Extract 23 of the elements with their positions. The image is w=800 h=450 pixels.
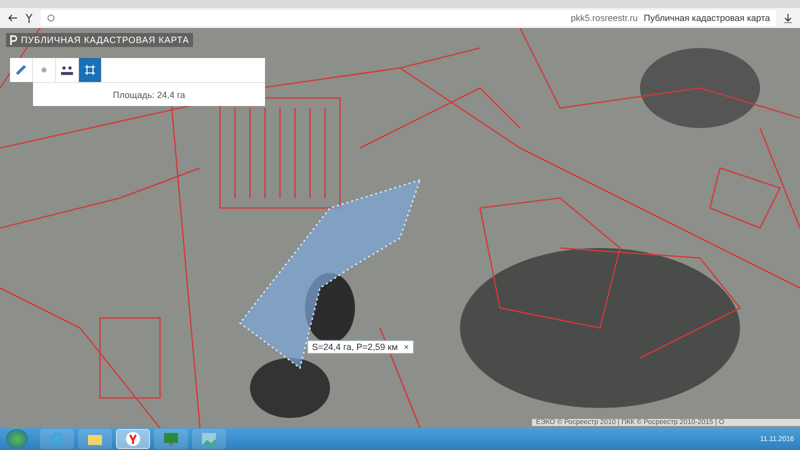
y-logo-icon[interactable]: [25, 13, 33, 23]
download-icon[interactable]: [784, 14, 792, 22]
map-title: ПУБЛИЧНАЯ КАДАСТРОВАЯ КАРТА: [21, 35, 190, 45]
close-button[interactable]: ×: [404, 342, 410, 352]
measurement-text: S=24,4 га, P=2,59 км: [312, 342, 398, 352]
folder-icon: [88, 433, 102, 445]
monitor-icon: [164, 432, 178, 446]
area-result-text: Площадь: 24,4 га: [33, 82, 265, 106]
dot-icon: [41, 67, 47, 73]
taskbar-app-button[interactable]: [78, 429, 112, 449]
logo-icon: [10, 35, 17, 45]
map-tool-button[interactable]: [79, 58, 102, 82]
y-logo-icon: [126, 432, 140, 446]
browser-e-icon: [50, 432, 64, 446]
start-button[interactable]: [6, 429, 28, 449]
address-field[interactable]: pkk5.rosreestr.ru Публичная кадастровая карта: [41, 10, 776, 26]
back-icon[interactable]: [8, 14, 17, 22]
ruler-icon: [15, 64, 27, 76]
area-icon: [84, 64, 96, 76]
people-icon: [61, 66, 73, 74]
reload-icon: [47, 14, 55, 22]
taskbar-app-button[interactable]: [116, 429, 150, 449]
photo-icon: [202, 433, 216, 445]
